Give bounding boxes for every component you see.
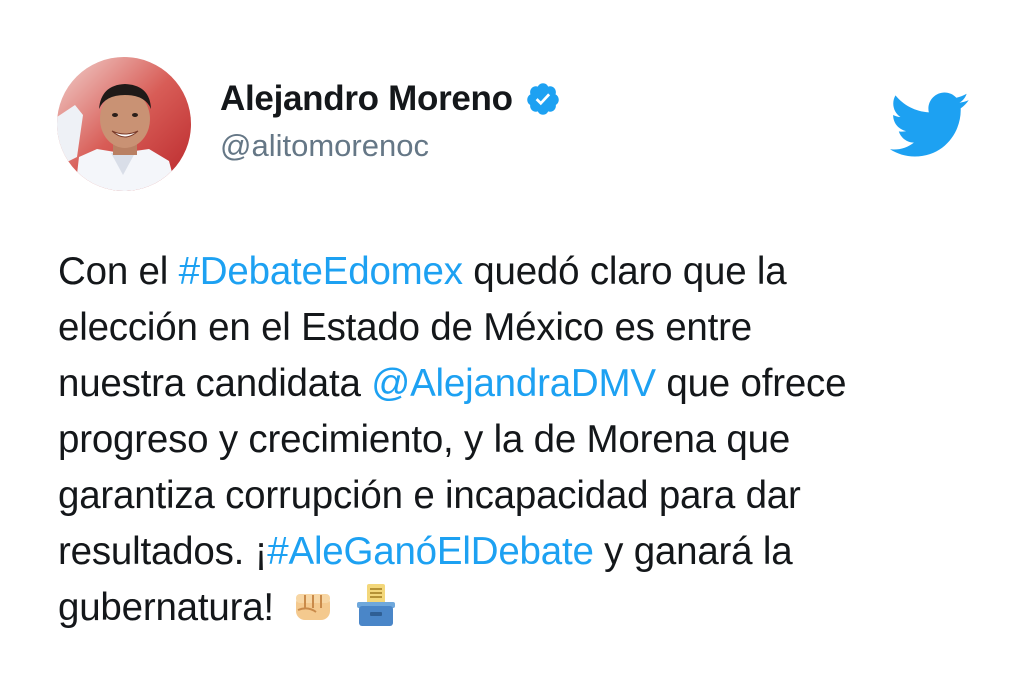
ballot-box-emoji [353,582,399,628]
text-segment: Con el [58,250,179,293]
avatar[interactable] [57,57,191,191]
text-segment: gubernatura! [58,586,274,629]
text-segment: que ofrece [655,362,847,405]
mention-link[interactable]: @AlejandraDMV [371,362,656,405]
user-handle[interactable]: @alitomorenoc [220,128,429,164]
text-segment: quedó claro que la [462,250,787,293]
tweet-line: garantiza corrupción e incapacidad para … [58,474,801,517]
profile-photo [57,57,191,191]
hashtag-link[interactable]: #DebateEdomex [179,250,463,293]
tweet-line: progreso y crecimiento, y la de Morena q… [58,418,791,461]
text-segment: nuestra candidata [58,362,372,405]
text-segment: resultados. ¡ [58,530,268,573]
verified-badge-icon [525,81,561,117]
tweet-line: nuestra candidata @AlejandraDMV que ofre… [58,356,978,412]
hashtag-link[interactable]: #AleGanóElDebate [267,530,594,573]
twitter-bird-icon[interactable] [889,92,970,158]
user-name-row: Alejandro Moreno [220,76,561,122]
tweet-card: Alejandro Moreno @alitomorenoc Con el #D… [0,0,1024,685]
display-name[interactable]: Alejandro Moreno [220,79,513,119]
oncoming-fist-emoji [290,582,336,628]
text-segment: y ganará la [593,530,793,573]
tweet-line: resultados. ¡#AleGanóElDebate y ganará l… [58,524,978,580]
tweet-line: Con el #DebateEdomex quedó claro que la [58,244,978,300]
tweet-text: Con el #DebateEdomex quedó claro que la … [58,244,978,636]
tweet-line: elección en el Estado de México es entre [58,306,752,349]
tweet-line: gubernatura! [58,580,978,636]
